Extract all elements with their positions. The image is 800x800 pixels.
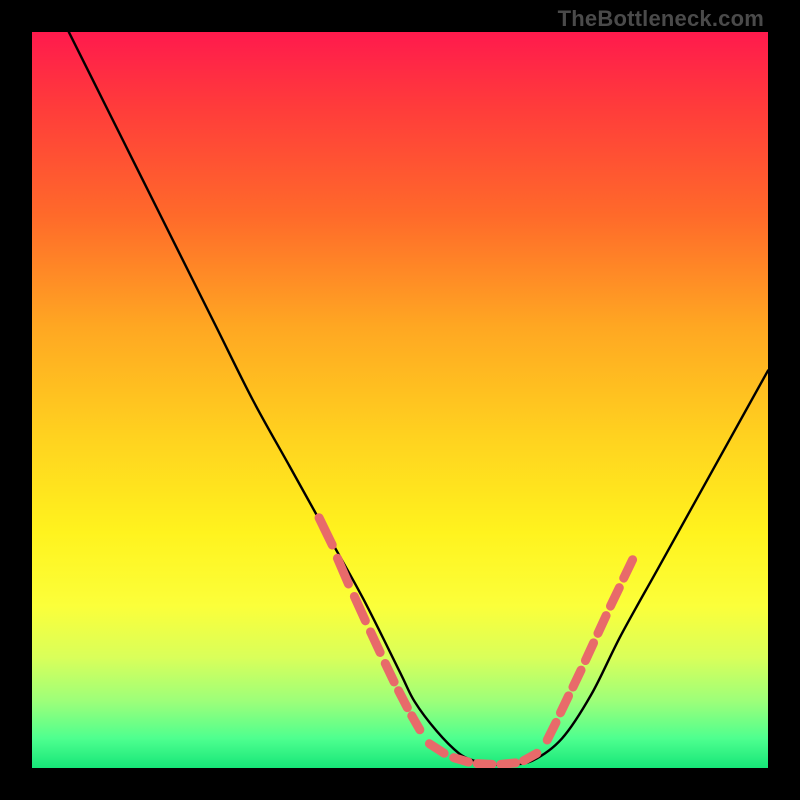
- dash-segment: [560, 696, 568, 713]
- dash-segment: [624, 560, 633, 578]
- dash-group-bottom: [429, 744, 536, 765]
- dash-segment: [547, 722, 556, 740]
- dash-segment: [585, 643, 593, 661]
- dash-segment: [412, 716, 420, 730]
- chart-svg: [32, 32, 768, 768]
- dash-segment: [385, 663, 394, 681]
- dash-segment: [454, 758, 469, 762]
- bottleneck-curve: [69, 32, 768, 765]
- dash-segment: [501, 763, 516, 764]
- dash-group-left: [319, 518, 420, 730]
- dash-segment: [371, 632, 381, 653]
- dash-segment: [610, 588, 619, 606]
- dash-segment: [429, 744, 444, 754]
- dash-segment: [319, 518, 332, 545]
- dash-segment: [477, 764, 492, 765]
- dash-segment: [598, 616, 606, 634]
- outer-frame: TheBottleneck.com: [0, 0, 800, 800]
- dash-segment: [573, 670, 581, 687]
- plot-area: [32, 32, 768, 768]
- dash-segment: [337, 558, 348, 584]
- dash-group-right: [547, 560, 632, 740]
- dash-segment: [399, 691, 408, 708]
- watermark-text: TheBottleneck.com: [558, 6, 764, 32]
